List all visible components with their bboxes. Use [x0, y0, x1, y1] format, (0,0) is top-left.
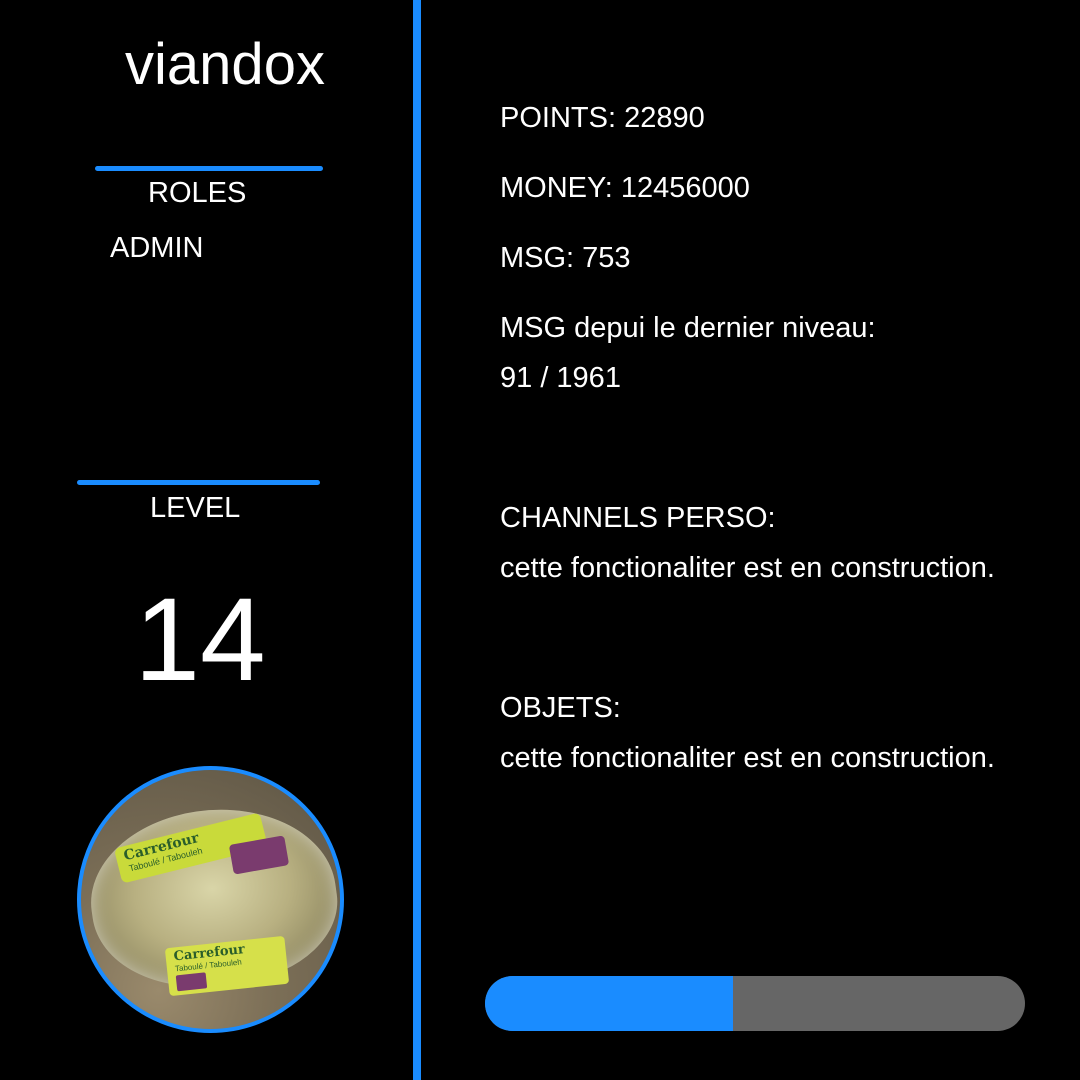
level-title: LEVEL [150, 492, 241, 524]
roles-divider [95, 166, 323, 171]
money-stat: MONEY: 12456000 [500, 172, 750, 204]
level-divider [77, 480, 320, 485]
msg-stat: MSG: 753 [500, 242, 631, 274]
avatar: Carrefour Taboulé / Tabouleh Carrefour T… [77, 766, 344, 1033]
avatar-image: Carrefour Taboulé / Tabouleh Carrefour T… [77, 766, 344, 1033]
objects-label: OBJETS: [500, 692, 621, 724]
vertical-separator [413, 0, 421, 1080]
msg-since-level-value: 91 / 1961 [500, 362, 621, 394]
level-value: 14 [134, 574, 266, 706]
objects-text: cette fonctionaliter est en construction… [500, 742, 995, 774]
username: viandox [125, 32, 325, 97]
points-stat: POINTS: 22890 [500, 102, 705, 134]
tub-front-tag [175, 972, 208, 992]
msg-since-level-label: MSG depui le dernier niveau: [500, 312, 876, 344]
level-progress-fill [485, 976, 734, 1031]
channels-label: CHANNELS PERSO: [500, 502, 776, 534]
role-item-admin: ADMIN [110, 232, 204, 264]
channels-text: cette fonctionaliter est en construction… [500, 552, 995, 584]
level-progress-bar [485, 976, 1025, 1031]
roles-title: ROLES [148, 177, 247, 209]
